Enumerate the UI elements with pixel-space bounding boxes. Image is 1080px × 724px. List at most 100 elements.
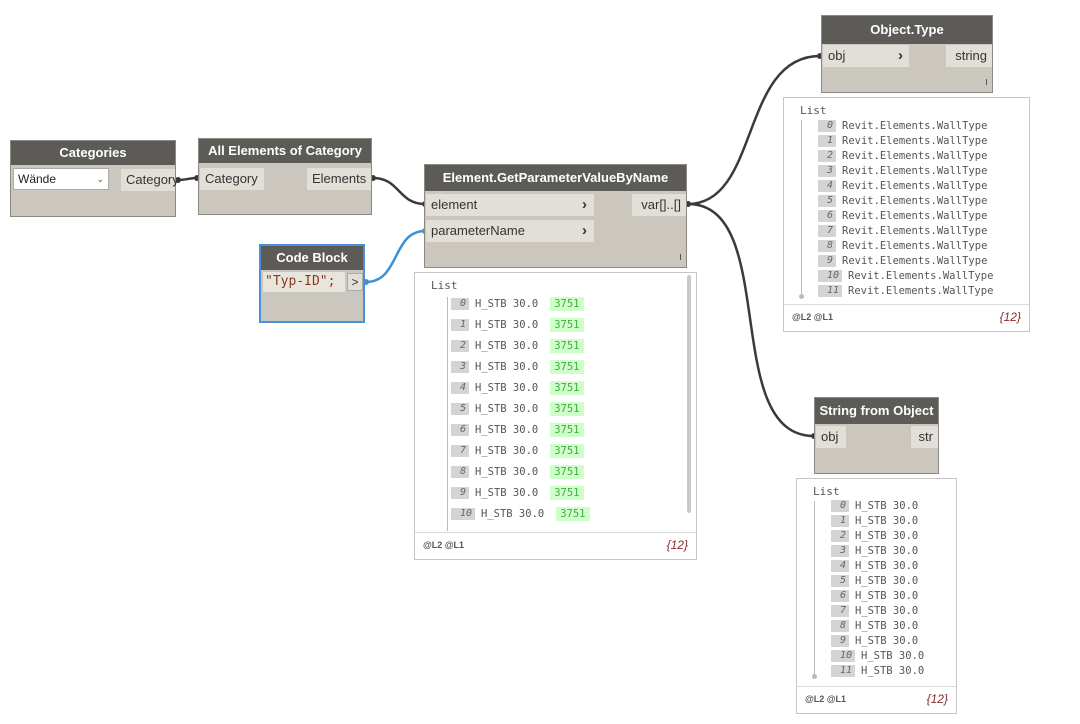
parametername-input-port[interactable]: parameterName [426, 220, 594, 242]
list-item: 3 Revit.Elements.WallType [818, 164, 987, 178]
code-output-port[interactable]: > [347, 273, 363, 291]
list-number-value: 3751 [550, 297, 584, 311]
list-item: 3 H_STB 30.0 3751 [451, 360, 584, 374]
list-index: 1 [831, 515, 849, 527]
list-value: H_STB 30.0 [475, 298, 539, 310]
list-value: H_STB 30.0 [855, 545, 919, 557]
list-number-value: 3751 [556, 507, 590, 521]
obj-input-label: obj [828, 48, 846, 63]
list-item: 2 H_STB 30.0 3751 [451, 339, 584, 353]
list-value: Revit.Elements.WallType [842, 135, 988, 147]
list-value: Revit.Elements.WallType [848, 270, 994, 282]
node-title[interactable]: Categories [11, 141, 175, 165]
element-input-label: element [431, 197, 478, 212]
node-title[interactable]: Object.Type [822, 16, 992, 44]
obj-input-port[interactable]: obj [816, 426, 846, 448]
list-value: H_STB 30.0 [475, 319, 539, 331]
categories-node[interactable]: Categories Wände ⌄ Category [10, 140, 179, 217]
item-count: {12} [999, 310, 1021, 324]
code-block-node[interactable]: Code Block "Typ-ID"; > [259, 244, 365, 323]
list-number-value: 3751 [550, 423, 584, 437]
var-output-port[interactable]: var[]..[] [632, 194, 686, 216]
preview-rows: 0 Revit.Elements.WallType 1 Revit.Elements.… [784, 98, 1029, 303]
list-item: 1 H_STB 30.0 3751 [451, 318, 584, 332]
resize-handle[interactable] [986, 79, 987, 85]
list-index: 0 [818, 120, 836, 132]
list-item: 7 H_STB 30.0 [831, 604, 918, 618]
list-index: 10 [818, 270, 842, 282]
string-output-port[interactable]: string [946, 45, 992, 67]
element-input-port[interactable]: element [426, 194, 594, 216]
list-value: H_STB 30.0 [475, 382, 539, 394]
string-from-object-node[interactable]: String from Object obj str [814, 397, 939, 474]
list-value: Revit.Elements.WallType [848, 285, 994, 297]
get-parameter-value-node[interactable]: Element.GetParameterValueByName element … [424, 164, 687, 268]
list-value: H_STB 30.0 [861, 665, 925, 677]
parametername-input-label: parameterName [431, 223, 525, 238]
list-index: 4 [831, 560, 849, 572]
list-value: H_STB 30.0 [855, 575, 919, 587]
list-item: 0 H_STB 30.0 3751 [451, 297, 584, 311]
preview-rows: 0 H_STB 30.0 3751 1 H_STB 30.0 3751 2 H_STB 30.… [415, 273, 685, 531]
category-input-port[interactable]: Category [200, 168, 264, 190]
list-item: 0 Revit.Elements.WallType [818, 119, 987, 133]
list-number-value: 3751 [550, 465, 584, 479]
list-item: 9 Revit.Elements.WallType [818, 254, 987, 268]
code-editor[interactable]: "Typ-ID"; [263, 272, 345, 292]
list-value: H_STB 30.0 [475, 445, 539, 457]
list-value: H_STB 30.0 [855, 500, 919, 512]
preview-rows: 0 H_STB 30.0 1 H_STB 30.0 2 H_STB 30.0 3 H_STB … [797, 479, 956, 684]
list-index: 3 [818, 165, 836, 177]
list-value: H_STB 30.0 [475, 340, 539, 352]
object-type-node[interactable]: Object.Type obj › string [821, 15, 993, 93]
preview-footer: @L2 @L1 {12} [415, 532, 696, 559]
string-from-object-preview[interactable]: List 0 H_STB 30.0 1 H_STB 30.0 2 H_STB 30.0 3 H… [796, 478, 957, 714]
elements-output-port[interactable]: Elements [307, 168, 371, 190]
list-index: 9 [818, 255, 836, 267]
object-type-preview[interactable]: List 0 Revit.Elements.WallType 1 Revit.Elem… [783, 97, 1030, 332]
item-count: {12} [666, 538, 688, 552]
list-item: 6 H_STB 30.0 3751 [451, 423, 584, 437]
list-item: 11 H_STB 30.0 [831, 664, 924, 678]
list-value: Revit.Elements.WallType [842, 255, 988, 267]
list-item: 4 H_STB 30.0 3751 [451, 381, 584, 395]
list-index: 3 [831, 545, 849, 557]
list-number-value: 3751 [550, 360, 584, 374]
str-output-port[interactable]: str [911, 426, 938, 448]
list-value: H_STB 30.0 [475, 403, 539, 415]
list-number-value: 3751 [550, 444, 584, 458]
node-title[interactable]: Code Block [261, 246, 363, 270]
list-item: 5 H_STB 30.0 [831, 574, 918, 588]
node-title[interactable]: All Elements of Category [199, 139, 371, 163]
category-dropdown[interactable]: Wände ⌄ [13, 168, 109, 190]
get-parameter-preview[interactable]: List 0 H_STB 30.0 3751 1 H_STB 30.0 3751 2 H_ST… [414, 272, 697, 560]
node-title[interactable]: String from Object [815, 398, 938, 424]
list-item: 2 Revit.Elements.WallType [818, 149, 987, 163]
list-item: 7 H_STB 30.0 3751 [451, 444, 584, 458]
list-value: Revit.Elements.WallType [842, 225, 988, 237]
list-item: 10 H_STB 30.0 [831, 649, 924, 663]
list-item: 8 Revit.Elements.WallType [818, 239, 987, 253]
list-value: H_STB 30.0 [475, 424, 539, 436]
list-value: Revit.Elements.WallType [842, 210, 988, 222]
list-value: H_STB 30.0 [481, 508, 545, 520]
list-levels: @L2 @L1 [792, 312, 834, 322]
resize-handle[interactable] [680, 254, 681, 260]
list-value: Revit.Elements.WallType [842, 195, 988, 207]
all-elements-of-category-node[interactable]: All Elements of Category Category Elemen… [198, 138, 372, 215]
list-item: 10 Revit.Elements.WallType [818, 269, 993, 283]
list-item: 1 Revit.Elements.WallType [818, 134, 987, 148]
category-output-port[interactable]: Category [121, 169, 179, 191]
list-value: H_STB 30.0 [475, 361, 539, 373]
list-value: H_STB 30.0 [855, 530, 919, 542]
obj-input-port[interactable]: obj [823, 45, 909, 67]
list-index: 8 [831, 620, 849, 632]
list-value: Revit.Elements.WallType [842, 240, 988, 252]
wire-elements-to-element-input[interactable] [372, 176, 426, 206]
scrollbar[interactable] [687, 275, 691, 513]
list-value: H_STB 30.0 [861, 650, 925, 662]
preview-footer: @L2 @L1 {12} [797, 686, 956, 713]
node-title[interactable]: Element.GetParameterValueByName [425, 165, 686, 191]
list-number-value: 3751 [550, 402, 584, 416]
list-item: 8 H_STB 30.0 3751 [451, 465, 584, 479]
